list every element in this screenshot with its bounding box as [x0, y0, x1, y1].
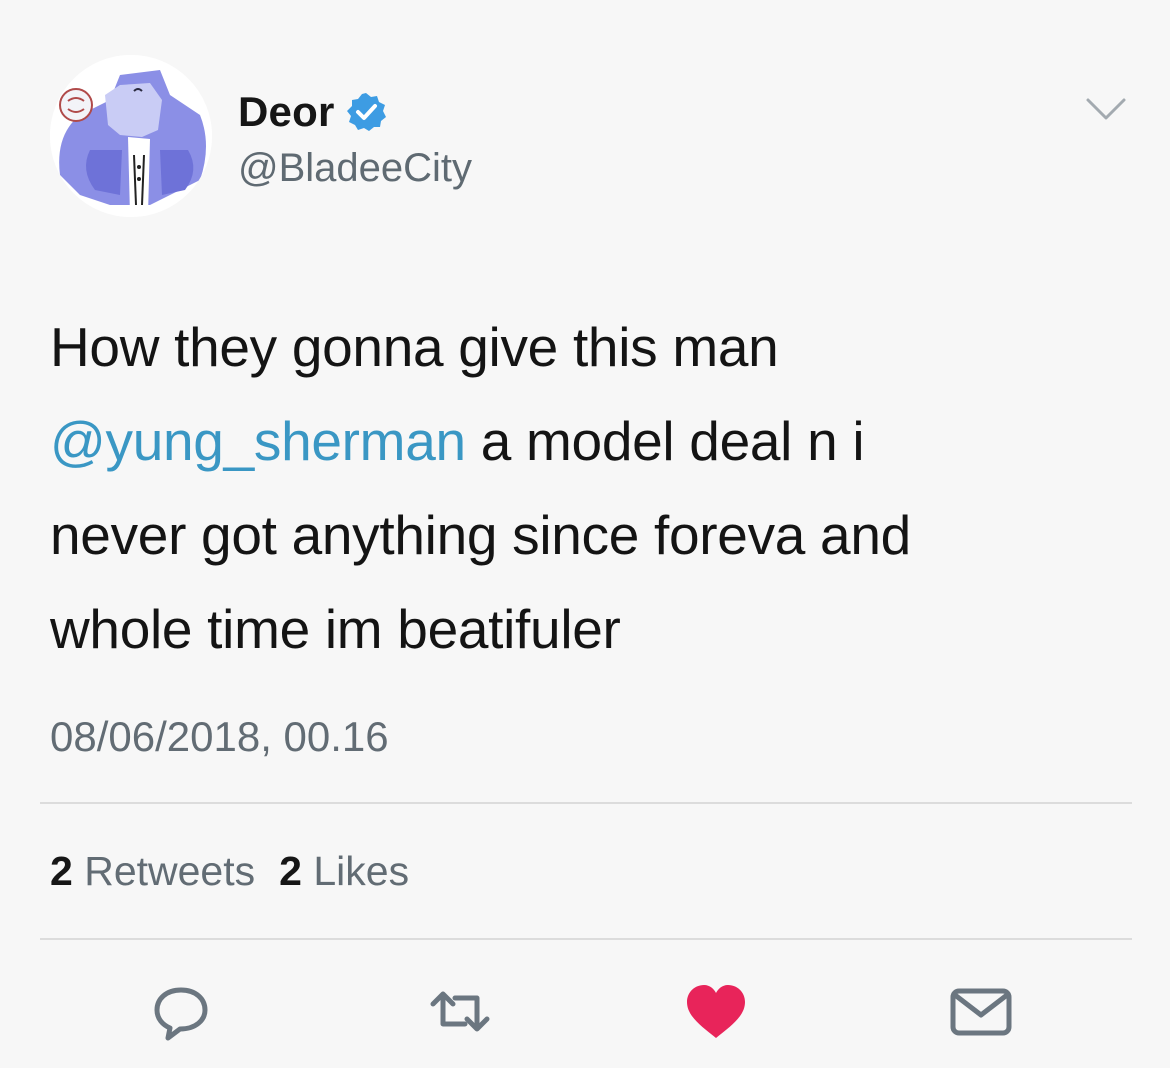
tweet-text: How they gonna give this man @yung_sherm… [50, 300, 1130, 676]
tweet-card: Deor @BladeeCity How they gonna give thi… [0, 0, 1170, 1068]
tweet-line-3: never got anything since foreva and [50, 504, 911, 566]
likes-count: 2 [279, 848, 302, 894]
retweets-count: 2 [50, 848, 73, 894]
display-name[interactable]: Deor [238, 88, 335, 136]
avatar-image [50, 55, 212, 217]
retweets-stat[interactable]: 2 Retweets [50, 848, 255, 895]
avatar[interactable] [50, 55, 212, 217]
likes-stat[interactable]: 2 Likes [279, 848, 409, 895]
tweet-stats: 2 Retweets 2 Likes [50, 848, 409, 895]
tweet-line-1: How they gonna give this man [50, 316, 779, 378]
name-row: Deor [238, 88, 387, 136]
mail-icon[interactable] [948, 982, 1014, 1042]
user-handle[interactable]: @BladeeCity [238, 146, 472, 191]
tweet-line-4: whole time im beatifuler [50, 598, 621, 660]
retweets-label: Retweets [84, 848, 256, 894]
divider [40, 938, 1132, 940]
timestamp[interactable]: 08/06/2018, 00.16 [50, 713, 389, 761]
retweet-icon[interactable] [427, 982, 493, 1042]
verified-badge-icon [346, 93, 386, 131]
heart-icon[interactable] [683, 982, 749, 1042]
tweet-line-2-text: a model deal n i [465, 410, 865, 472]
divider [40, 802, 1132, 804]
likes-label: Likes [313, 848, 410, 894]
tweet-line-2: @yung_sherman a model deal n i [50, 394, 1130, 488]
reply-icon[interactable] [148, 982, 214, 1042]
chevron-down-icon[interactable] [1082, 92, 1130, 126]
mention-link[interactable]: @yung_sherman [50, 410, 466, 472]
